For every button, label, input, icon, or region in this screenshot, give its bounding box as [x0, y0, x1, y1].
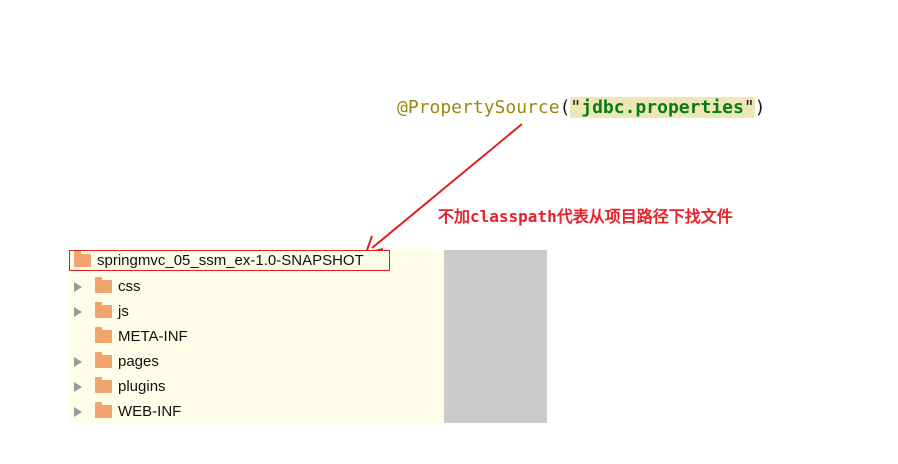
chevron-right-icon[interactable]	[74, 281, 82, 292]
folder-icon	[95, 352, 112, 368]
tree-item-label: META-INF	[118, 328, 188, 345]
chevron-right-icon[interactable]	[74, 306, 82, 317]
annotation-name: @PropertySource	[397, 97, 560, 118]
tree-item-label: WEB-INF	[118, 403, 182, 420]
annotation-note: 不加classpath代表从项目路径下找文件	[438, 207, 733, 226]
folder-icon	[74, 251, 91, 267]
tree-item-label: pages	[118, 353, 159, 370]
folder-icon	[95, 277, 112, 293]
open-paren: (	[559, 97, 571, 118]
chevron-right-icon[interactable]	[74, 381, 82, 392]
tree-item-label: plugins	[118, 378, 166, 395]
tree-item-plugins[interactable]: plugins	[69, 374, 444, 399]
arrow-shaft	[371, 123, 523, 249]
property-source-annotation: @PropertySource("jdbc.properties")	[397, 96, 766, 120]
tree-item-js[interactable]: js	[69, 299, 444, 324]
tree-root-label: springmvc_05_ssm_ex-1.0-SNAPSHOT	[97, 252, 364, 269]
close-paren: )	[754, 97, 766, 118]
folder-icon	[95, 302, 112, 318]
chevron-right-icon[interactable]	[74, 406, 82, 417]
scroll-gutter	[444, 250, 547, 423]
tree-item-pages[interactable]: pages	[69, 349, 444, 374]
folder-icon	[95, 402, 112, 418]
tree-item-css[interactable]: css	[69, 274, 444, 299]
string-value: jdbc.properties	[581, 97, 744, 118]
string-literal: "jdbc.properties"	[570, 97, 755, 118]
chevron-right-icon[interactable]	[74, 356, 82, 367]
tree-item-label: css	[118, 278, 141, 295]
tree-item-label: js	[118, 303, 129, 320]
folder-icon	[95, 327, 112, 343]
folder-icon	[95, 377, 112, 393]
tree-item-web-inf[interactable]: WEB-INF	[69, 399, 444, 424]
tree-item-meta-inf[interactable]: META-INF	[69, 324, 444, 349]
tree-root-row[interactable]: springmvc_05_ssm_ex-1.0-SNAPSHOT	[69, 250, 390, 271]
